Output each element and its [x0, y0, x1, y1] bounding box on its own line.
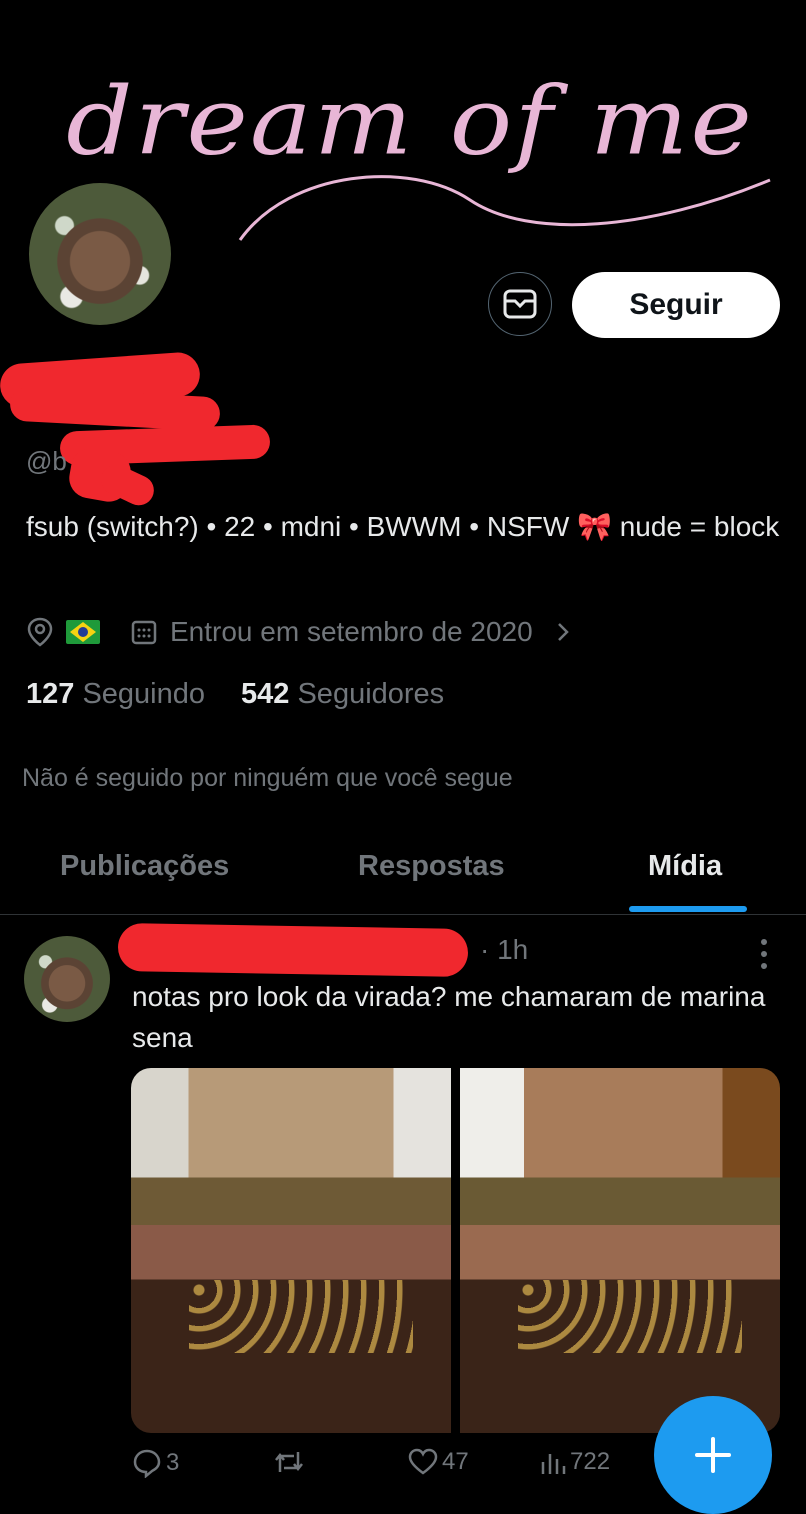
post-avatar[interactable] — [24, 936, 110, 1022]
tab-respostas[interactable]: Respostas — [358, 850, 505, 883]
profile-avatar[interactable] — [26, 180, 174, 328]
chevron-right-icon[interactable] — [553, 618, 573, 646]
follow-button[interactable]: Seguir — [572, 272, 780, 338]
repost-button[interactable] — [272, 1448, 310, 1476]
views-button[interactable]: 722 — [540, 1448, 610, 1476]
compose-post-button[interactable] — [654, 1396, 772, 1514]
message-button[interactable] — [488, 272, 552, 336]
profile-meta: Entrou em setembro de 2020 — [26, 612, 573, 652]
repost-icon — [275, 1452, 303, 1472]
location-icon — [27, 617, 53, 647]
brazil-flag — [66, 620, 100, 644]
profile-bio: fsub (switch?) • 22 • mdni • BWWM • NSFW… — [26, 511, 780, 542]
more-vertical-icon[interactable] — [752, 934, 776, 974]
views-icon — [541, 1454, 566, 1474]
post-actions: 3 47 722 — [132, 1448, 632, 1494]
tab-midia[interactable]: Mídia — [648, 850, 722, 883]
calendar-icon — [131, 620, 157, 645]
like-icon — [408, 1448, 438, 1475]
post-image[interactable] — [131, 1068, 451, 1433]
like-count: 47 — [442, 1448, 469, 1475]
like-button[interactable]: 47 — [408, 1448, 469, 1476]
profile-handle: @b — [26, 446, 67, 476]
follow-stats: 127 Seguindo 542 Seguidores — [26, 678, 444, 711]
joined-date: Entrou em setembro de 2020 — [170, 616, 533, 647]
followers-link[interactable]: 542 Seguidores — [241, 678, 444, 711]
banner-flourish — [238, 175, 771, 241]
following-label: Seguindo — [82, 678, 206, 710]
tab-publicacoes[interactable]: Publicações — [60, 850, 229, 883]
plus-icon — [695, 1437, 731, 1473]
not-followed-note: Não é seguido por ninguém que você segue — [22, 764, 513, 792]
active-tab-indicator — [629, 906, 747, 912]
mail-icon — [503, 289, 537, 319]
reply-button[interactable]: 3 — [132, 1448, 179, 1478]
followers-count: 542 — [241, 678, 290, 710]
reply-count: 3 — [166, 1449, 180, 1476]
post-image[interactable] — [460, 1068, 780, 1433]
following-link[interactable]: 127 Seguindo — [26, 678, 205, 711]
reply-icon — [133, 1449, 161, 1478]
profile-tabs: Publicações Respostas Mídia — [0, 836, 806, 915]
post-timestamp: · 1h — [480, 934, 529, 965]
following-count: 127 — [26, 678, 75, 710]
view-count: 722 — [570, 1448, 611, 1475]
post-text: notas pro look da virada? me chamaram de… — [132, 981, 766, 1053]
followers-label: Seguidores — [297, 678, 445, 710]
